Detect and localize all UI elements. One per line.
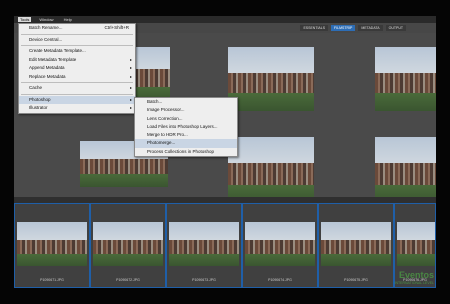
filmstrip: P1090671.JPG P1090672.JPG P1090673.JPG P…: [14, 203, 436, 288]
tools-menu: Batch Rename... Ctrl+Shift+R Device Centra…: [18, 23, 136, 114]
chevron-right-icon: ▸: [129, 65, 132, 70]
menu-item-photoshop[interactable]: Photoshop ▸: [19, 95, 135, 104]
menu-item-label: Create Metadata Template...: [29, 48, 86, 53]
film-label: P1090672.JPG: [116, 278, 140, 282]
photo: [17, 222, 87, 266]
menu-item-cache[interactable]: Cache ▸: [19, 84, 135, 93]
submenu-item-image-processor[interactable]: Image Processor...: [135, 106, 237, 114]
menu-item-label: Batch Rename...: [29, 25, 63, 30]
chevron-right-icon: ▸: [129, 56, 132, 62]
submenu-item-load-files-into-photoshop-layers[interactable]: Load Files into Photoshop Layers...: [135, 123, 237, 131]
menu-item-label: Cache: [29, 85, 43, 90]
menu-item-append-metadata[interactable]: Append Metadata ▸: [19, 64, 135, 73]
photo: [375, 47, 436, 111]
menu-item-illustrator[interactable]: Illustrator ▸: [19, 104, 135, 113]
photo: [169, 222, 239, 266]
thumbnail[interactable]: [375, 137, 436, 203]
menu-item-batch-rename[interactable]: Batch Rename... Ctrl+Shift+R: [19, 24, 135, 33]
film-label: P1090675.JPG: [344, 278, 368, 282]
film-cell[interactable]: P1090671.JPG: [14, 203, 90, 288]
chevron-right-icon: ▸: [129, 105, 132, 110]
menu-item-shortcut: Ctrl+Shift+R: [104, 25, 129, 30]
menu-window[interactable]: Window: [37, 17, 55, 22]
tab-metadata[interactable]: METADATA: [358, 25, 383, 31]
submenu-item-lens-correction[interactable]: Lens Correction...: [135, 115, 237, 123]
menu-item-replace-metadata[interactable]: Replace Metadata ▸: [19, 73, 135, 82]
photo: [397, 222, 435, 266]
photo: [375, 137, 436, 203]
photo: [130, 47, 170, 102]
thumbnail[interactable]: [228, 137, 314, 203]
film-label: P1090673.JPG: [192, 278, 216, 282]
photo: [93, 222, 163, 266]
menu-item-label: Photoshop: [29, 96, 51, 102]
film-label: P1090674.JPG: [268, 278, 292, 282]
film-cell[interactable]: P1090674.JPG: [242, 203, 318, 288]
photo: [228, 137, 314, 203]
workspace-tabs: ESSENTIALS FILMSTRIP METADATA OUTPUT: [300, 25, 406, 31]
menu-separator: [21, 82, 133, 83]
tab-essentials[interactable]: ESSENTIALS: [300, 25, 329, 31]
watermark-tagline: INTERNATIONAL LEVEL: [394, 281, 434, 285]
menu-item-label: Replace Metadata: [29, 73, 66, 79]
menu-tools[interactable]: Tools: [18, 17, 32, 22]
photo: [245, 222, 315, 266]
submenu-item-photomerge[interactable]: Photomerge...: [135, 139, 237, 148]
film-cell[interactable]: P1090675.JPG: [318, 203, 394, 288]
menu-item-label: Illustrator: [29, 105, 48, 110]
film-label: P1090671.JPG: [40, 278, 64, 282]
tab-output[interactable]: OUTPUT: [385, 25, 406, 31]
menu-separator: [21, 33, 133, 35]
thumbnail[interactable]: [228, 47, 314, 111]
submenu-item-merge-to-hdr-pro[interactable]: Merge to HDR Pro...: [135, 131, 237, 139]
chevron-right-icon: ▸: [129, 96, 132, 102]
menu-item-edit-metadata-template[interactable]: Edit Metadata Template ▸: [19, 56, 135, 65]
monitor-bezel: Tools Window Help ESSENTIALS FILMSTRIP M…: [0, 0, 450, 304]
photo: [321, 222, 391, 266]
watermark-logo: Eventos: [398, 270, 434, 280]
tab-filmstrip[interactable]: FILMSTRIP: [331, 25, 356, 31]
thumbnail[interactable]: [130, 47, 170, 102]
menu-separator: [21, 45, 133, 46]
chevron-right-icon: ▸: [129, 85, 132, 90]
submenu-item-batch[interactable]: Batch...: [135, 98, 237, 106]
menu-separator: [21, 93, 133, 95]
menu-item-create-metadata-template[interactable]: Create Metadata Template...: [19, 47, 135, 56]
submenu-item-process-collections-in-photoshop[interactable]: Process Collections in Photoshop: [135, 148, 237, 156]
film-cell[interactable]: P1090673.JPG: [166, 203, 242, 288]
menubar: Tools Window Help: [14, 16, 436, 23]
menu-item-device-central[interactable]: Device Central...: [19, 36, 135, 45]
menu-item-label: Device Central...: [29, 36, 63, 42]
film-cell[interactable]: P1090672.JPG: [90, 203, 166, 288]
bridge-window: Tools Window Help ESSENTIALS FILMSTRIP M…: [14, 16, 436, 288]
chevron-right-icon: ▸: [129, 73, 132, 79]
menu-item-label: Edit Metadata Template: [29, 56, 77, 62]
photo: [228, 47, 314, 111]
thumbnail[interactable]: [375, 47, 436, 111]
menu-item-label: Append Metadata: [29, 65, 65, 70]
menu-help[interactable]: Help: [62, 17, 74, 22]
photoshop-submenu: Batch... Image Processor... Lens Correctio…: [134, 97, 238, 158]
